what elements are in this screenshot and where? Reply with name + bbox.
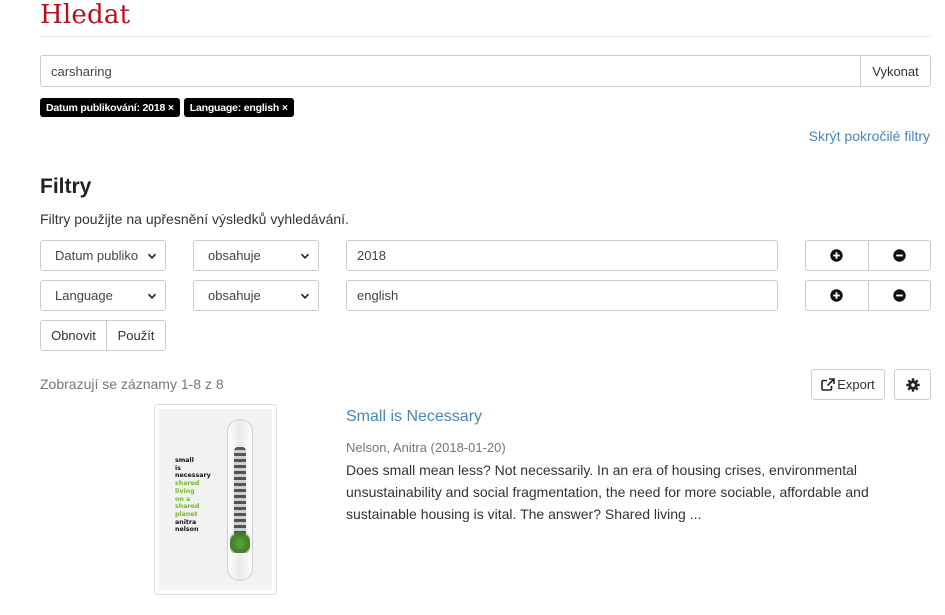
title-divider bbox=[40, 36, 931, 37]
filter-field-value: Language bbox=[55, 288, 113, 303]
export-label: Export bbox=[837, 377, 875, 392]
add-filter-button[interactable] bbox=[805, 240, 868, 271]
reset-filters-button[interactable]: Obnovit bbox=[40, 320, 106, 351]
active-filter-chip-date[interactable]: Datum publikování: 2018 × bbox=[40, 98, 180, 117]
chevron-down-icon bbox=[147, 293, 157, 299]
chevron-down-icon bbox=[300, 293, 310, 299]
export-button[interactable]: Export bbox=[811, 369, 885, 400]
filter-row-actions bbox=[805, 280, 931, 311]
filter-operator-value: obsahuje bbox=[208, 248, 261, 263]
apply-filters-button[interactable]: Použít bbox=[106, 320, 166, 351]
filters-description: Filtry použijte na upřesnění výsledků vy… bbox=[40, 211, 349, 227]
filter-row: Language obsahuje english bbox=[40, 280, 931, 311]
plus-circle-icon bbox=[830, 249, 843, 262]
plus-circle-icon bbox=[830, 289, 843, 302]
cover-greenery-illustration bbox=[230, 529, 250, 553]
search-input[interactable] bbox=[40, 55, 860, 87]
result-title-link[interactable]: Small is Necessary bbox=[346, 408, 482, 426]
search-bar: Vykonat bbox=[40, 55, 931, 87]
chevron-down-icon bbox=[300, 253, 310, 259]
filter-row: Datum publiko obsahuje 2018 bbox=[40, 240, 931, 271]
filter-operator-select[interactable]: obsahuje bbox=[193, 240, 319, 271]
gear-icon bbox=[905, 377, 920, 392]
filter-field-select[interactable]: Datum publiko bbox=[40, 240, 166, 271]
filters-heading: Filtry bbox=[40, 175, 92, 198]
minus-circle-icon bbox=[893, 249, 906, 262]
filter-value-input[interactable]: 2018 bbox=[346, 240, 778, 271]
search-submit-button[interactable]: Vykonat bbox=[860, 55, 931, 87]
active-filter-chip-language[interactable]: Language: english × bbox=[183, 98, 294, 117]
cover-title-text: small is necessary shared living on a sh… bbox=[175, 457, 211, 534]
filter-operator-select[interactable]: obsahuje bbox=[193, 280, 319, 311]
book-cover-thumbnail[interactable]: small is necessary shared living on a sh… bbox=[154, 404, 277, 595]
active-filter-chips: Datum publikování: 2018 × Language: engl… bbox=[40, 98, 294, 117]
result-count: Zobrazují se záznamy 1-8 z 8 bbox=[40, 376, 224, 392]
remove-filter-button[interactable] bbox=[867, 280, 931, 311]
settings-button[interactable] bbox=[894, 369, 931, 400]
external-link-icon bbox=[821, 378, 836, 391]
filter-value-input[interactable]: english bbox=[346, 280, 778, 311]
remove-filter-button[interactable] bbox=[867, 240, 931, 271]
filter-row-actions bbox=[805, 240, 931, 271]
filter-operator-value: obsahuje bbox=[208, 288, 261, 303]
result-description: Does small mean less? Not necessarily. I… bbox=[346, 462, 869, 522]
filter-field-select[interactable]: Language bbox=[40, 280, 166, 311]
add-filter-button[interactable] bbox=[805, 280, 868, 311]
filter-actions: Obnovit Použít bbox=[40, 320, 166, 351]
book-cover-image: small is necessary shared living on a sh… bbox=[159, 409, 272, 590]
chevron-down-icon bbox=[147, 253, 157, 259]
page-title: Hledat bbox=[40, 0, 131, 30]
result-author-date: Nelson, Anitra (2018-01-20) bbox=[346, 440, 506, 455]
minus-circle-icon bbox=[893, 289, 906, 302]
hide-advanced-filters-link[interactable]: Skrýt pokročilé filtry bbox=[809, 128, 930, 144]
filter-field-value: Datum publiko bbox=[55, 248, 139, 263]
